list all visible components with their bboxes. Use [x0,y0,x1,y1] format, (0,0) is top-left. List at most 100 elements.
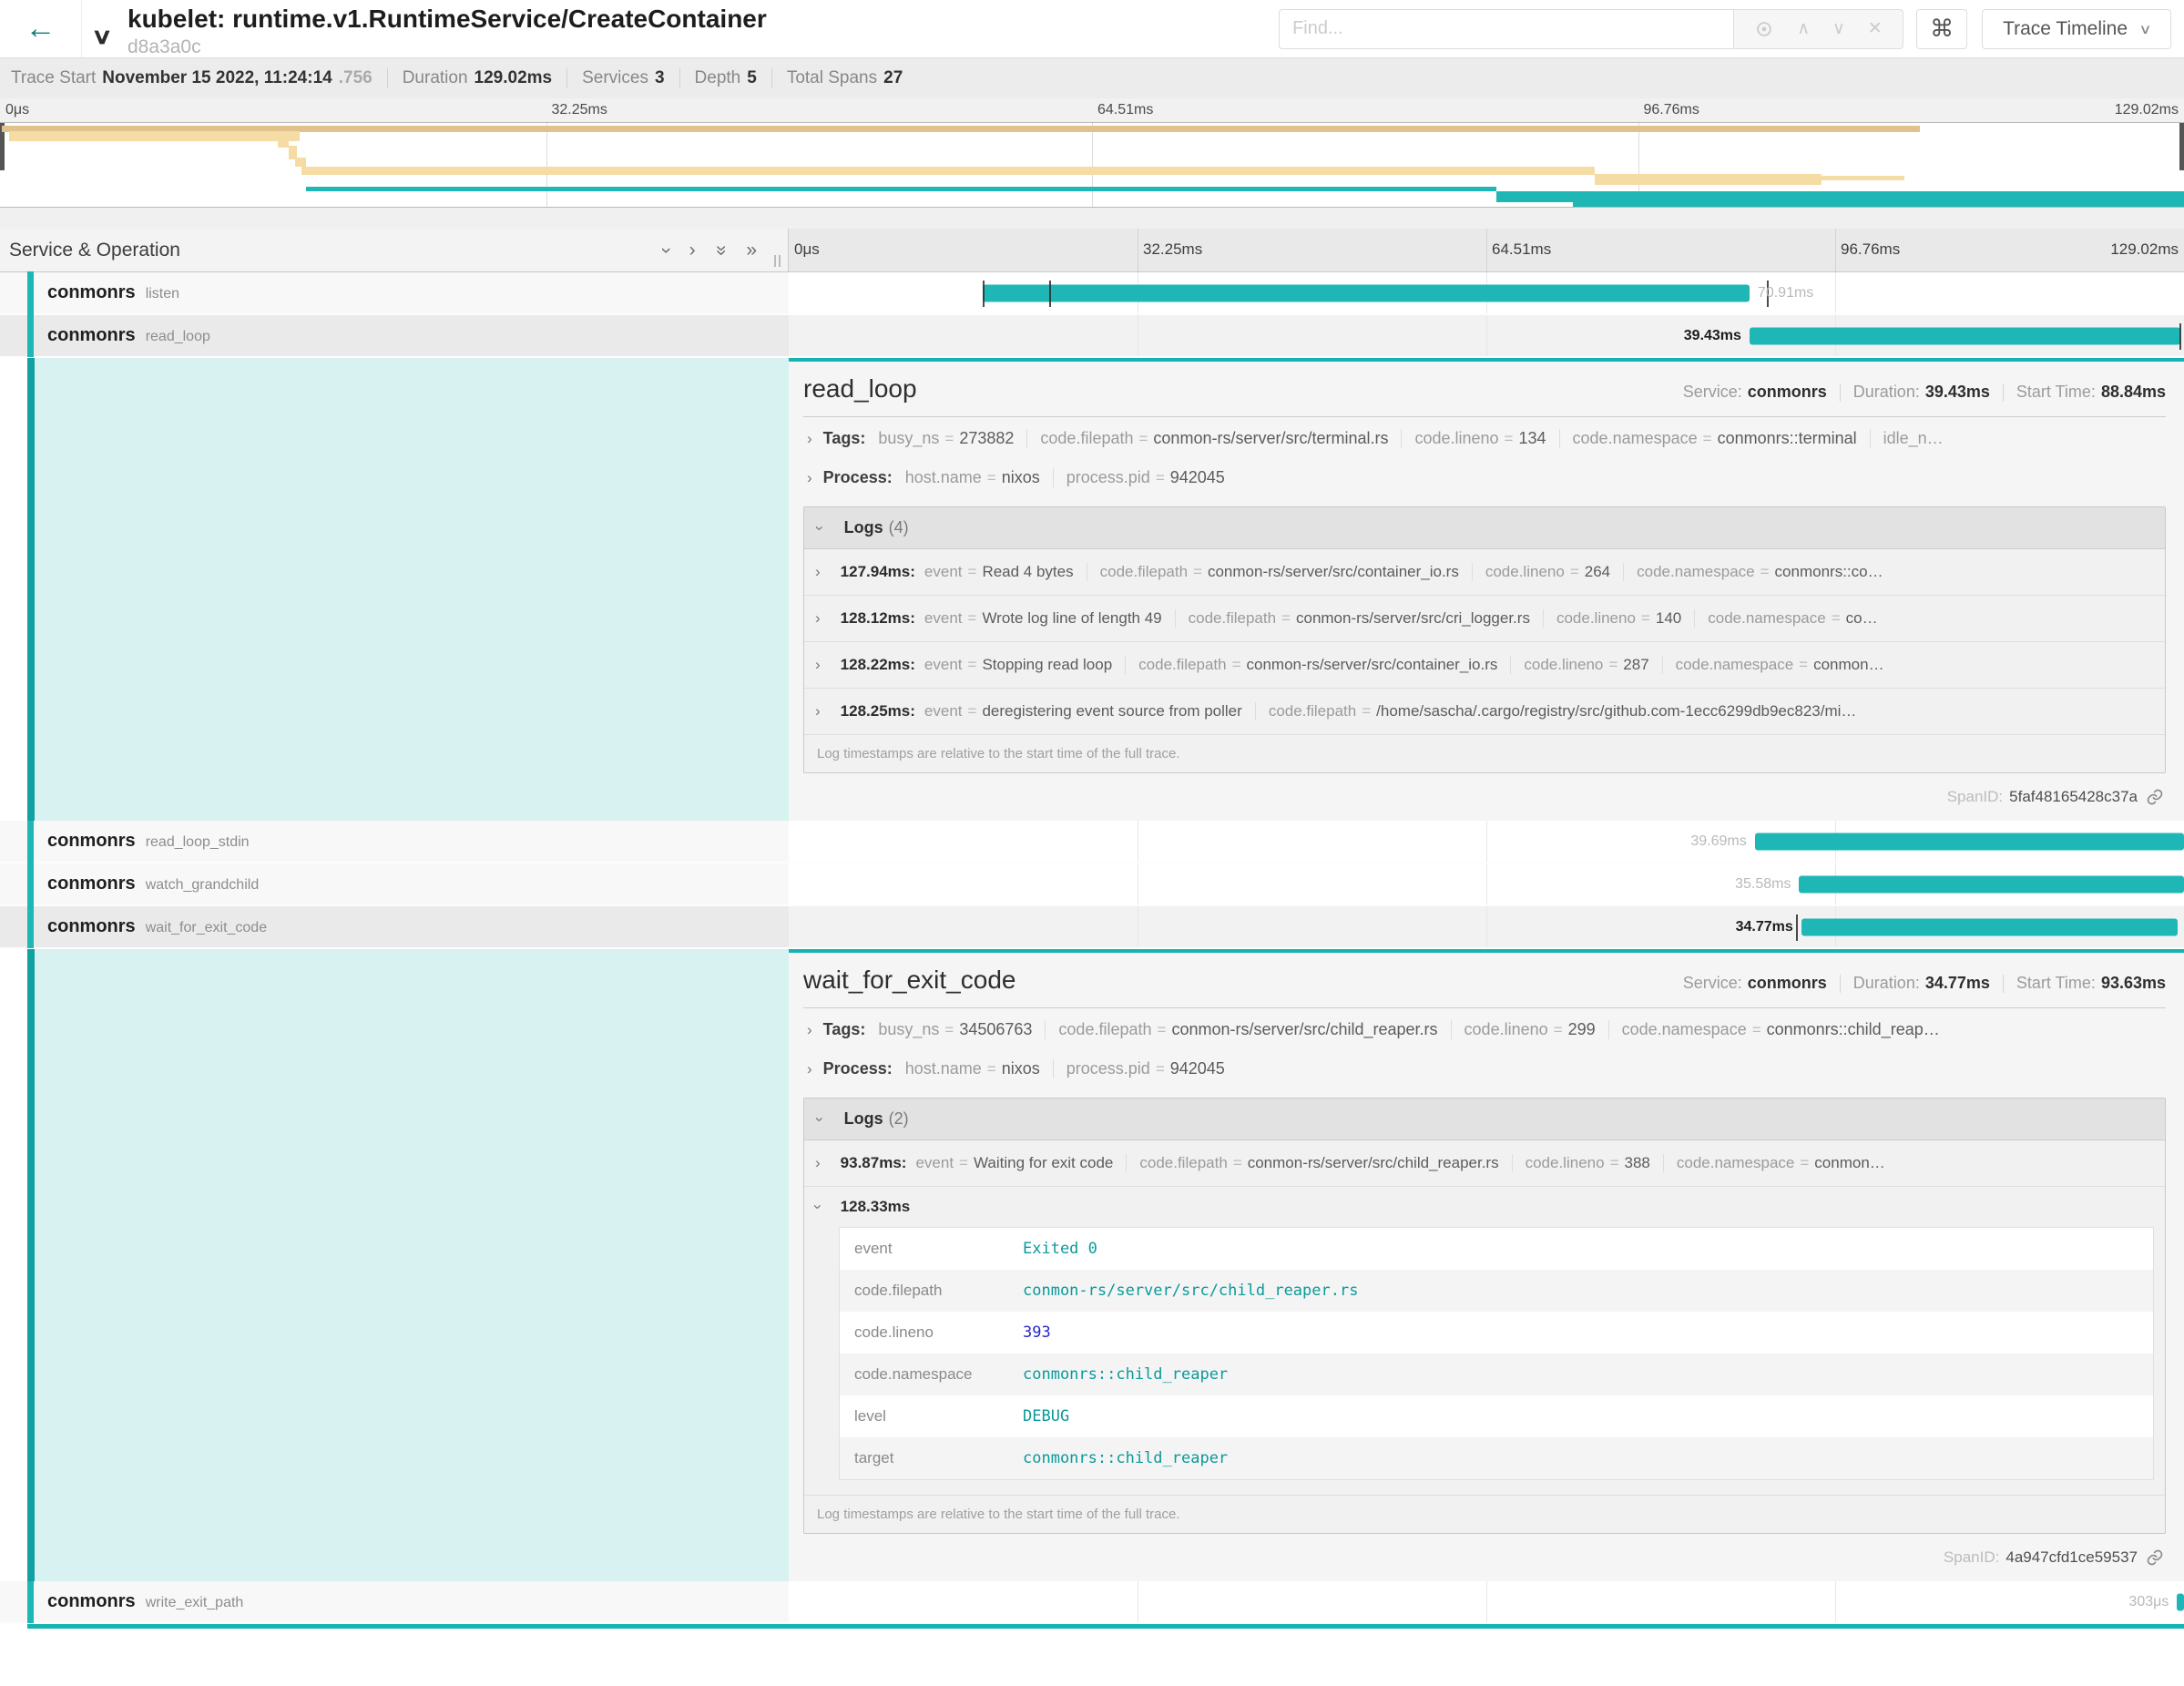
span-duration-bar[interactable] [1799,875,2184,893]
tags-accordion[interactable]: ›Tags:busy_ns=34506763code.filepath=conm… [803,1010,2166,1049]
tags-accordion[interactable]: ›Tags:busy_ns=273882code.filepath=conmon… [803,419,2166,458]
log-entry[interactable]: ›128.25ms:event=deregistering event sour… [804,688,2165,734]
equals-sign: = [1138,430,1148,448]
field: busy_ns=273882 [878,429,1014,448]
field: code.filepath=conmon-rs/server/src/child… [1126,1154,1498,1172]
trace-collapse-toggle[interactable]: ∨ [75,7,128,50]
meta-separator [2003,975,2004,993]
equals-sign: = [1610,1154,1619,1172]
span-color-accent [27,1580,34,1623]
find-input[interactable] [1279,9,1734,49]
timeline-gridline [1486,863,1487,904]
log-entry[interactable]: ›128.12ms:event=Wrote log line of length… [804,595,2165,641]
field-key: code.filepath [1100,563,1188,581]
log-entry-header[interactable]: ›128.33ms [815,1198,2154,1216]
logs-accordion-header[interactable]: ›Logs(4) [804,507,2165,549]
link-icon[interactable] [2146,1548,2164,1567]
link-icon[interactable] [2146,788,2164,806]
field-key: code.namespace [1708,609,1825,628]
meta-label: Duration: [1853,383,1920,402]
spanid-label: SpanID: [1947,788,2003,806]
trace-view-selector[interactable]: Trace Timeline ∨ [1982,9,2171,49]
span-name-cell: conmonrsread_loop [0,315,789,356]
span-table-header: Service & Operation › › » » 0μs32.25ms64… [0,229,2184,272]
span-timeline-cell: 39.69ms [789,821,2184,862]
kv-value: conmonrs::child_reaper [1023,1365,1228,1384]
minimap-canvas[interactable] [0,122,2184,208]
back-button[interactable]: ← [0,0,82,57]
field-value: 942045 [1170,468,1225,487]
locate-icon[interactable] [1754,19,1774,39]
timeline-gridline [1835,272,1836,313]
log-marker-tick [983,281,985,307]
span-duration-bar[interactable] [1750,327,2180,344]
spanid-value: 4a947cfd1ce59537 [2005,1548,2138,1567]
collapse-one-icon[interactable]: › [655,247,677,253]
span-row-watch_grandchild[interactable]: conmonrswatch_grandchild35.58ms [0,863,2184,906]
kv-value: 393 [1023,1323,1051,1342]
span-duration-bar[interactable] [1755,833,2184,850]
log-timestamp: 128.33ms [841,1198,911,1216]
meta-label: Duration: [1853,974,1920,993]
field: code.lineno=287 [1510,656,1648,674]
chevron-right-icon: › [807,1060,812,1078]
summary-value: 3 [655,68,665,88]
clear-search-icon[interactable]: ✕ [1868,18,1883,39]
span-operation-name: write_exit_path [146,1592,244,1611]
field-value: 287 [1623,656,1648,674]
span-row-read_loop[interactable]: conmonrsread_loop39.43ms [0,315,2184,358]
log-entry[interactable]: ›127.94ms:event=Read 4 bytescode.filepat… [804,549,2165,595]
keyboard-shortcuts-button[interactable]: ⌘ [1916,9,1967,49]
span-color-accent [27,905,34,948]
span-row-wait_for_exit_code[interactable]: conmonrswait_for_exit_code34.77ms [0,906,2184,949]
field-key: idle_n… [1883,429,1944,448]
field-value: conmon-rs/server/src/cri_logger.rs [1296,609,1530,628]
equals-sign: = [944,1021,954,1039]
minimap-right-handle[interactable] [2179,123,2184,170]
expand-one-icon[interactable]: › [689,240,696,261]
summary-label: Duration [403,68,468,88]
collapse-all-icon[interactable]: » [709,245,731,256]
field-list: busy_ns=273882 code.filepath=conmon-rs/se… [878,429,1943,448]
column-resize-grip[interactable] [774,255,781,267]
field-value: conmonrs::terminal [1718,429,1857,448]
spanid-value: 5faf48165428c37a [2009,788,2138,806]
expand-all-icon[interactable]: » [746,240,757,261]
process-accordion[interactable]: ›Process:host.name=nixosprocess.pid=9420… [803,1049,2166,1088]
kv-key: code.namespace [854,1365,1023,1384]
log-entry[interactable]: ›93.87ms:event=Waiting for exit codecode… [804,1140,2165,1186]
detail-divider [803,416,2166,417]
span-duration-bar[interactable] [1801,918,2179,935]
span-duration-bar[interactable] [983,284,1750,301]
chevron-right-icon: › [815,702,821,720]
field-list: host.name=nixosprocess.pid=942045 [905,468,1225,487]
minimap-span [1496,191,2184,202]
spanid-label: SpanID: [1944,1548,1999,1567]
span-duration-bar[interactable] [2177,1593,2184,1610]
span-timeline-cell: 35.58ms [789,863,2184,904]
span-duration-label: 70.91ms [1758,285,1813,301]
accordion-label: Process: [823,1059,893,1078]
field-key: code.filepath [1269,702,1356,720]
page-title: kubelet: runtime.v1.RuntimeService/Creat… [128,5,767,34]
minimap-span [9,131,300,141]
span-row-read_loop_stdin[interactable]: conmonrsread_loop_stdin39.69ms [0,821,2184,863]
summary-label: Total Spans [787,68,877,88]
field: event=Read 4 bytes [924,563,1074,581]
prev-match-icon[interactable]: ∧ [1797,18,1810,39]
logs-box: ›Logs(4)›127.94ms:event=Read 4 bytescode… [803,506,2166,773]
next-match-icon[interactable]: ∨ [1832,18,1845,39]
log-entry[interactable]: ›128.22ms:event=Stopping read loopcode.f… [804,641,2165,688]
equals-sign: = [1570,563,1579,581]
title-block: kubelet: runtime.v1.RuntimeService/Creat… [128,0,767,57]
process-accordion[interactable]: ›Process:host.name=nixosprocess.pid=9420… [803,458,2166,497]
logs-accordion-header[interactable]: ›Logs(2) [804,1098,2165,1140]
span-color-accent [27,271,34,314]
trace-view-label: Trace Timeline [2003,18,2128,40]
span-row-write_exit_path[interactable]: conmonrswrite_exit_path303μs [0,1581,2184,1624]
field: code.filepath=conmon-rs/server/src/termi… [1026,429,1388,448]
span-row-listen[interactable]: conmonrslisten70.91ms [0,272,2184,315]
meta-value: conmonrs [1748,383,1827,402]
span-timeline-cell: 70.91ms [789,272,2184,313]
field-key: host.name [905,1059,982,1078]
